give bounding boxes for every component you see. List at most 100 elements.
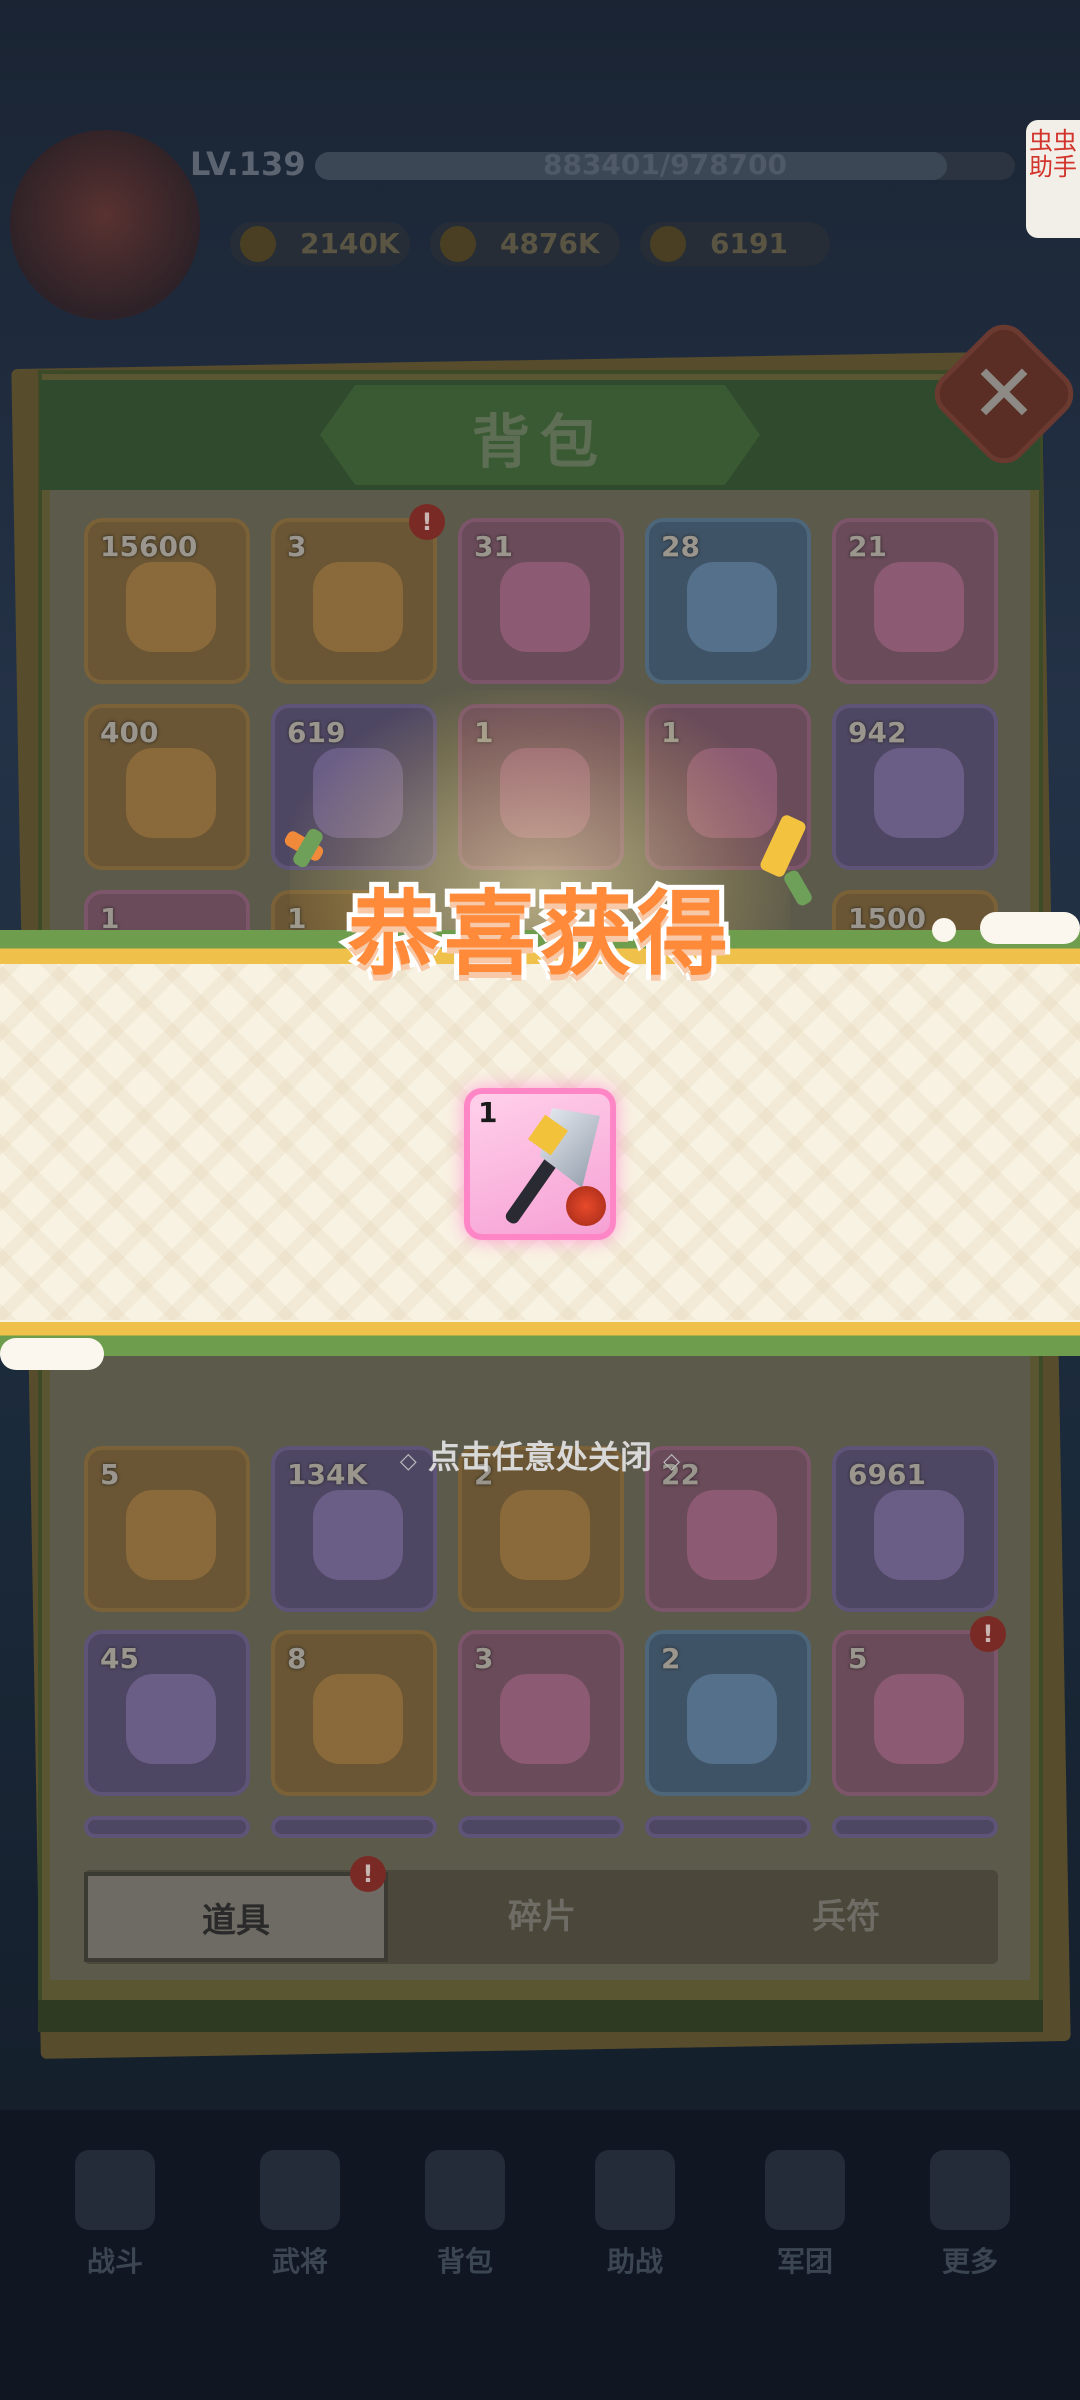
nav-item-label: 助战 [606,2245,663,2278]
item-slot[interactable] [832,1816,998,1838]
gold-pile-icon [500,1490,590,1580]
nav-item[interactable]: 战斗 [50,2150,180,2280]
diamond-icon: ◇ [399,1449,417,1474]
egg-icon [126,1490,216,1580]
item-slot[interactable]: 21 [832,518,998,684]
item-count: 3 [474,1642,494,1675]
cloud-ornament [0,1338,104,1370]
jade-icon [687,1490,777,1580]
item-slot[interactable]: 15600 [84,518,250,684]
fruit-icon [313,1674,403,1764]
item-count: 15600 [100,530,198,563]
tab-fragments[interactable]: 碎片 [392,1872,692,1962]
power-resource: 2140K [230,222,410,266]
item-slot[interactable]: 5 [84,1446,250,1612]
item-slot[interactable]: 8 [271,1630,437,1796]
bag-title: 背包 [471,408,608,476]
item-count: 8 [287,1642,307,1675]
item-slot[interactable]: 3 [271,518,437,684]
item-slot[interactable]: 28 [645,518,811,684]
item-slot[interactable]: 400 [84,704,250,870]
reward-title: 恭喜获得 [343,876,733,993]
tab-items-label: 道具 [202,1901,270,1941]
item-count: 5 [848,1642,868,1675]
item-slot[interactable] [271,1816,437,1838]
nav-item[interactable]: 更多 [905,2150,1035,2280]
nav-item-label: 背包 [436,2245,493,2278]
panel-bottom-edge [38,2000,1043,2032]
tab-tokens-label: 兵符 [812,1897,880,1937]
peach-icon [313,1490,403,1580]
item-count: 2 [661,1642,681,1675]
banner-stripe-bottom [0,1322,1080,1356]
treasure-box-icon [874,1674,964,1764]
fan-box-icon [313,562,403,652]
tab-fragments-label: 碎片 [508,1897,576,1937]
item-count: 21 [848,530,887,563]
gold-resource[interactable]: 4876K [430,222,620,266]
fruit-icon [126,1674,216,1764]
player-avatar[interactable] [10,130,200,320]
power-icon [240,226,276,262]
item-slot[interactable]: 942 [832,704,998,870]
item-slot[interactable]: 3 [458,1630,624,1796]
item-count: 31 [474,530,513,563]
ingot-resource[interactable]: 6191 [640,222,830,266]
nav-item[interactable]: 军团 [740,2150,870,2280]
gem-icon [687,562,777,652]
general-icon [260,2150,340,2230]
alert-badge: ! [409,504,445,540]
assist-icon [595,2150,675,2230]
tab-items[interactable]: 道具 [84,1872,388,1962]
ingot-value: 6191 [710,227,788,260]
nav-item[interactable]: 助战 [570,2150,700,2280]
nav-item[interactable]: 武将 [235,2150,365,2280]
item-count: 28 [661,530,700,563]
item-slot[interactable] [645,1816,811,1838]
item-count: 6961 [848,1458,926,1491]
fruit-icon [500,1674,590,1764]
item-count: 5 [100,1458,120,1491]
item-slot[interactable]: 5 [832,1630,998,1796]
star-icon [126,562,216,652]
alert-badge: ! [970,1616,1006,1652]
battle-icon [75,2150,155,2230]
bag-icon [425,2150,505,2230]
fruit-icon [687,1674,777,1764]
nav-item[interactable]: 背包 [400,2150,530,2280]
item-slot[interactable]: 2 [645,1630,811,1796]
item-count: 400 [100,716,159,749]
nav-item-label: 战斗 [86,2245,143,2278]
player-level: LV.139 [190,145,306,183]
nav-item-label: 武将 [271,2245,328,2278]
item-slot[interactable] [458,1816,624,1838]
more-icon [930,2150,1010,2230]
crystal-icon [874,562,964,652]
gold-coin-icon [440,226,476,262]
item-count: 3 [287,530,307,563]
cloud-ornament [980,912,1080,944]
reward-item-count: 1 [478,1096,498,1129]
gold-value: 4876K [500,227,600,260]
key-icon [874,1490,964,1580]
item-slot[interactable]: 45 [84,1630,250,1796]
nav-item-label: 更多 [941,2245,998,2278]
item-slot[interactable]: 31 [458,518,624,684]
orbs-icon [874,748,964,838]
close-hint-text: 点击任意处关闭 [427,1438,652,1476]
item-slot[interactable]: 6961 [832,1446,998,1612]
cloud-dot [932,918,956,942]
item-count: 45 [100,1642,139,1675]
tab-tokens[interactable]: 兵符 [696,1872,996,1962]
hero-portrait-icon [566,1186,606,1226]
item-slot[interactable] [84,1816,250,1838]
close-hint[interactable]: ◇ 点击任意处关闭 ◇ [300,1432,780,1478]
crystal-icon [126,748,216,838]
legion-icon [765,2150,845,2230]
close-icon[interactable]: ✕ [948,338,1060,450]
helper-button[interactable]: 虫虫助手 [1026,120,1080,238]
helper-label: 虫虫助手 [1029,127,1077,181]
alert-badge: ! [350,1856,386,1892]
nav-item-label: 军团 [776,2245,833,2278]
power-value: 2140K [300,227,400,260]
